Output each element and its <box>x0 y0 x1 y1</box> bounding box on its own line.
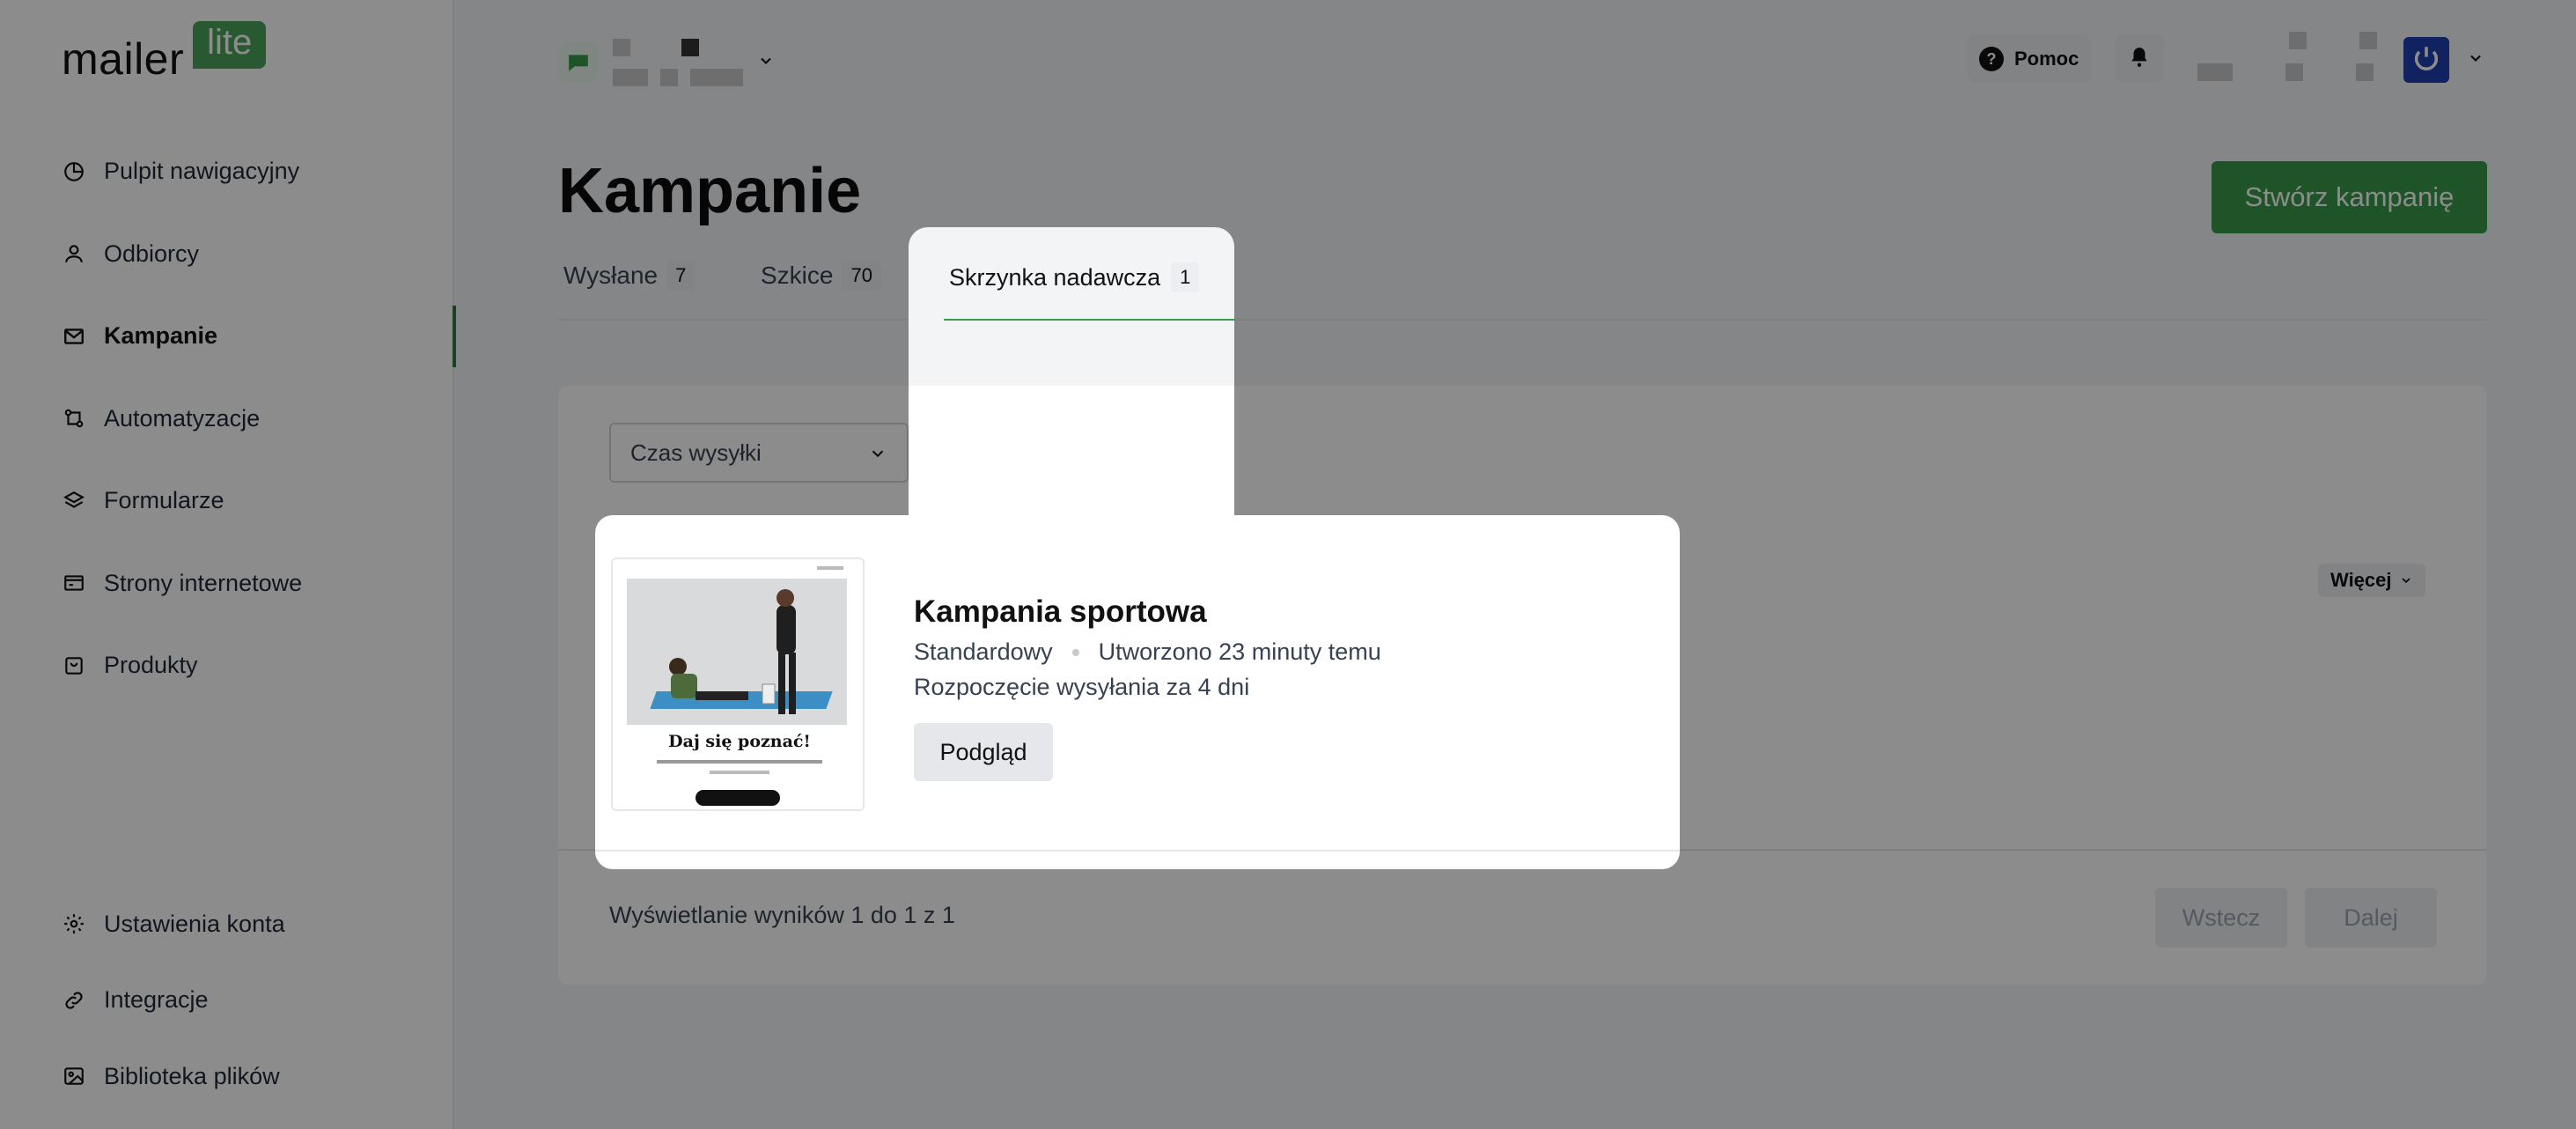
campaign-thumbnail[interactable]: Daj się poznać! <box>611 557 865 811</box>
thumbnail-text-line <box>657 760 822 764</box>
tab-label: Skrzynka nadawcza <box>949 263 1161 291</box>
campaign-created: Utworzono 23 minuty temu <box>1098 638 1381 665</box>
campaign-row[interactable]: Daj się poznać! Kampania sportowa Standa… <box>595 515 1680 869</box>
thumbnail-photo <box>627 579 847 725</box>
active-tab-indicator <box>944 319 1236 321</box>
campaign-title[interactable]: Kampania sportowa <box>914 594 1207 630</box>
tab-count: 1 <box>1171 262 1200 292</box>
tab-outbox[interactable]: Skrzynka nadawcza 1 <box>909 227 1236 386</box>
row-divider <box>595 850 1680 852</box>
campaign-schedule: Rozpoczęcie wysyłania za 4 dni <box>914 674 1250 700</box>
thumbnail-heading: Daj się poznać! <box>668 732 811 751</box>
campaign-type: Standardowy <box>914 638 1053 665</box>
thumbnail-logo <box>817 566 843 570</box>
highlight-spotlight <box>909 386 1234 518</box>
thumbnail-text-line <box>710 771 769 774</box>
thumbnail-cta <box>696 790 780 806</box>
separator-dot <box>1071 648 1079 656</box>
athletes-illustration <box>669 589 796 714</box>
campaign-meta: Standardowy Utworzono 23 minuty temu <box>914 638 1381 666</box>
preview-button[interactable]: Podgląd <box>914 723 1053 781</box>
